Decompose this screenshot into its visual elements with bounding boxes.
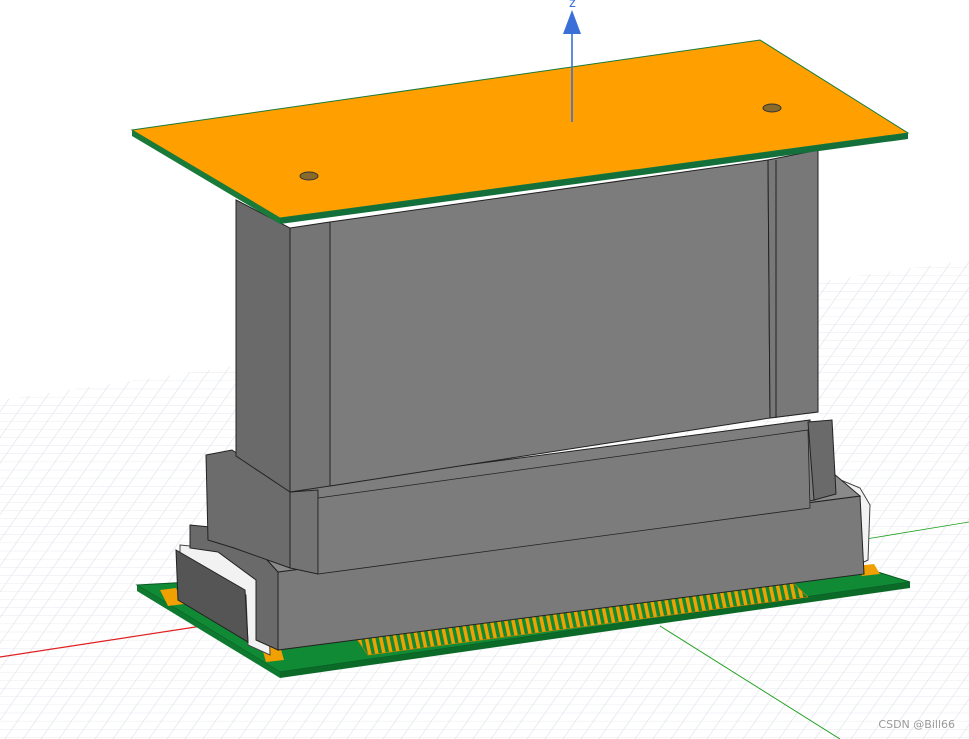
z-axis-label: z [569, 0, 576, 10]
3d-viewport[interactable]: z CSDN @Bill66 [0, 0, 969, 739]
model-scene[interactable] [0, 0, 969, 739]
mounting-hole-left [299, 171, 319, 181]
mounting-hole-right [762, 103, 782, 113]
watermark-text: CSDN @Bill66 [878, 718, 955, 731]
